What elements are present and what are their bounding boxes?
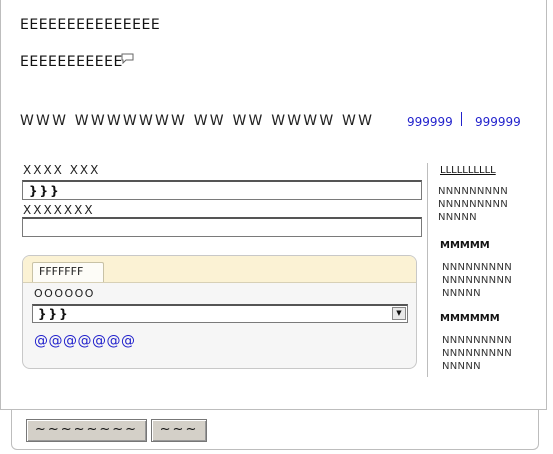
sidebar-section3-text: NNNNNNNNN NNNNNNNNN NNNNN bbox=[442, 334, 512, 373]
link-separator bbox=[461, 112, 462, 126]
sidebar-section3-title: MMMMMM bbox=[440, 313, 500, 324]
sidebar-line: NNNNN bbox=[438, 212, 477, 223]
sidebar-line: NNNNNNNNN bbox=[442, 262, 513, 273]
sidebar-divider bbox=[427, 163, 428, 377]
select-label: OOOOOO bbox=[34, 287, 95, 300]
link-left[interactable]: 999999 bbox=[407, 115, 453, 129]
comment-icon[interactable] bbox=[121, 53, 134, 64]
page-title: EEEEEEEEEEEEEEE bbox=[20, 17, 161, 33]
group-link[interactable]: @@@@@@@ bbox=[34, 333, 136, 349]
options-group: FFFFFFF OOOOOO }}} ▼ @@@@@@@ bbox=[22, 255, 417, 369]
link-right[interactable]: 999999 bbox=[475, 115, 521, 129]
sidebar-section1-text: NNNNNNNNN NNNNNNNNN NNNNN bbox=[438, 185, 508, 224]
tab-options[interactable]: FFFFFFF bbox=[32, 262, 104, 282]
field1-label: XXXX XXX bbox=[23, 163, 101, 177]
sidebar-line: NNNNNNNNN bbox=[442, 275, 513, 286]
sidebar-line: NNNNNNNNN bbox=[438, 186, 509, 197]
sidebar-line: NNNNN bbox=[442, 288, 481, 299]
chevron-down-icon[interactable]: ▼ bbox=[392, 307, 406, 320]
field2-label: XXXXXXX bbox=[23, 203, 95, 217]
sidebar-section1-title: LLLLLLLLLL bbox=[440, 165, 496, 176]
page-subtitle: EEEEEEEEEEE bbox=[20, 54, 123, 70]
sidebar-line: NNNNNNNNN bbox=[442, 348, 513, 359]
subheader-text: WWW WWWWWWW WW WW WWWW WW bbox=[20, 113, 375, 129]
field2-input[interactable] bbox=[22, 217, 422, 237]
select-value: }}} bbox=[38, 307, 70, 321]
primary-button[interactable]: ~~~~~~~~ bbox=[26, 419, 147, 442]
field1-input[interactable]: }}} bbox=[22, 180, 422, 200]
sidebar-line: NNNNNNNNN bbox=[438, 199, 509, 210]
sidebar-section2-text: NNNNNNNNN NNNNNNNNN NNNNN bbox=[442, 261, 512, 300]
sidebar-line: NNNNNNNNN bbox=[442, 335, 513, 346]
sidebar-section2-title: MMMMM bbox=[440, 240, 490, 251]
secondary-button[interactable]: ~~~ bbox=[151, 419, 207, 442]
option-select[interactable]: }}} ▼ bbox=[32, 304, 408, 323]
sidebar-line: NNNNN bbox=[442, 361, 481, 372]
